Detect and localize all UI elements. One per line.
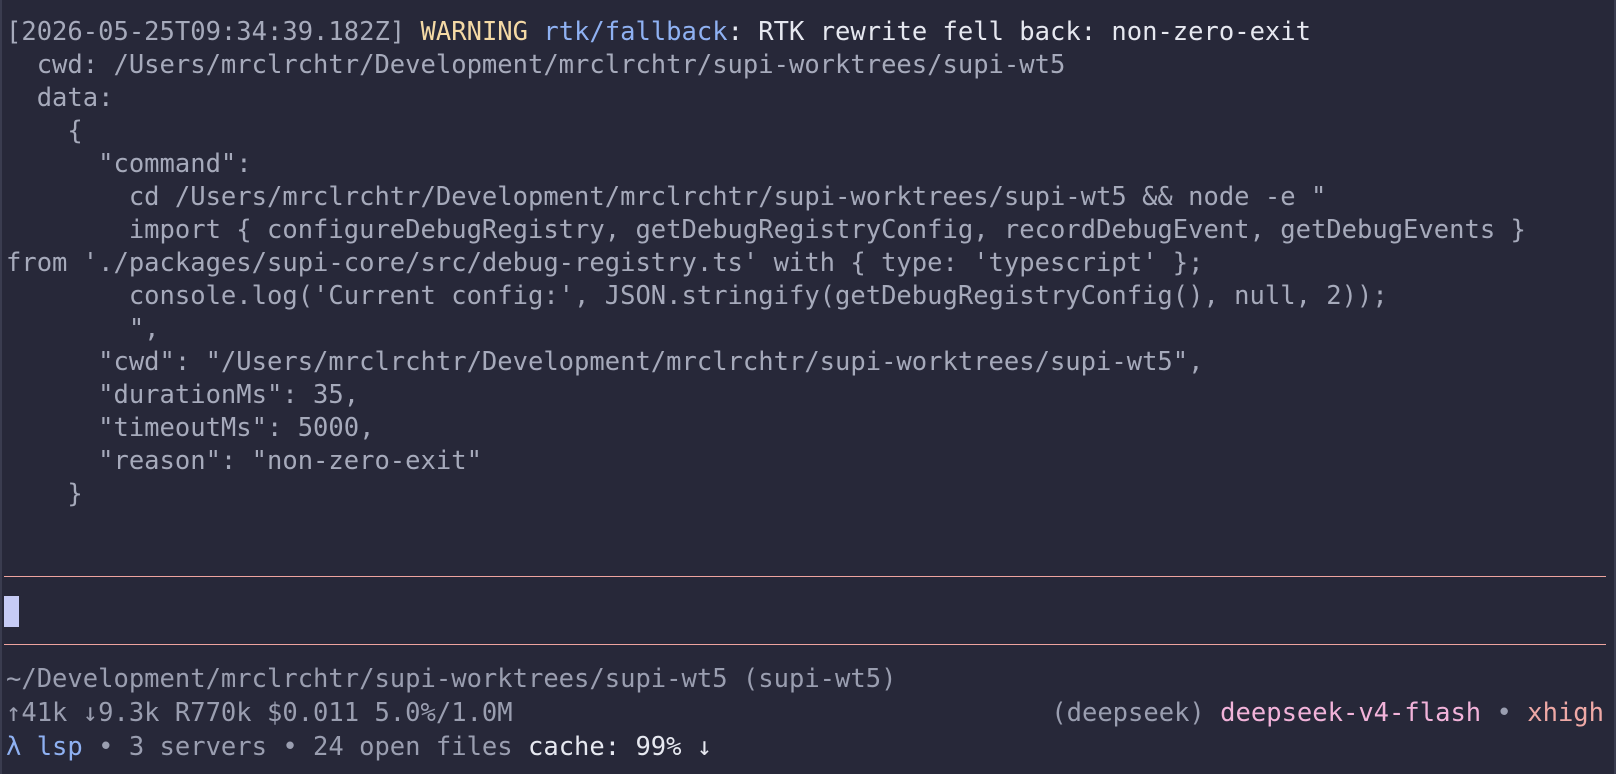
log-header-line: [2026-05-25T09:34:39.182Z] WARNING rtk/f… <box>6 15 1311 49</box>
json-cwd-field: "cwd": "/Users/mrclrchtr/Development/mrc… <box>6 347 1204 377</box>
input-bottom-separator <box>4 644 1606 645</box>
json-duration-field: "durationMs": 35, <box>6 380 360 410</box>
json-command-line: import { configureDebugRegistry, getDebu… <box>6 215 1526 245</box>
lsp-info: • 3 servers • 24 open files <box>82 732 513 762</box>
json-close-brace: } <box>6 479 83 509</box>
log-source: rtk/fallback <box>543 17 728 47</box>
json-command-line: from './packages/supi-core/src/debug-reg… <box>6 248 1204 278</box>
log-message: : RTK rewrite fell back: non-zero-exit <box>727 17 1311 47</box>
cache-status: cache: 99% ↓ <box>512 732 713 762</box>
log-level: WARNING <box>420 17 528 47</box>
lsp-prompt: λ lsp <box>6 732 83 762</box>
json-command-key: "command": <box>6 149 252 179</box>
footer-usage: ↑41k ↓9.3k R770k $0.011 5.0%/1.0M <box>6 698 513 728</box>
footer-model-status: (deepseek) deepseek-v4-flash • xhigh <box>1051 696 1604 730</box>
footer-bullet: • <box>1496 698 1512 728</box>
input-cursor[interactable] <box>4 596 19 627</box>
terminal-window: [2026-05-25T09:34:39.182Z] WARNING rtk/f… <box>0 0 1616 774</box>
json-command-line: ", <box>6 314 160 344</box>
footer-path: ~/Development/mrclrchtr/supi-worktrees/s… <box>6 664 897 694</box>
json-open-brace: { <box>6 116 83 146</box>
window-left-edge <box>0 0 2 774</box>
footer-thinking-level[interactable]: xhigh <box>1527 698 1604 728</box>
log-timestamp: [2026-05-25T09:34:39.182Z] <box>6 17 406 47</box>
json-timeout-field: "timeoutMs": 5000, <box>6 413 375 443</box>
log-cwd-line: cwd: /Users/mrclrchtr/Development/mrclrc… <box>6 50 1066 80</box>
footer-provider: (deepseek) <box>1051 698 1205 728</box>
footer-lsp-line: λ lsp • 3 servers • 24 open files cache:… <box>6 730 712 764</box>
json-reason-field: "reason": "non-zero-exit" <box>6 446 482 476</box>
input-top-separator <box>4 576 1606 577</box>
footer-model[interactable]: deepseek-v4-flash <box>1220 698 1481 728</box>
log-data-label: data: <box>6 83 114 113</box>
json-command-line: console.log('Current config:', JSON.stri… <box>6 281 1388 311</box>
json-command-line: cd /Users/mrclrchtr/Development/mrclrcht… <box>6 182 1327 212</box>
